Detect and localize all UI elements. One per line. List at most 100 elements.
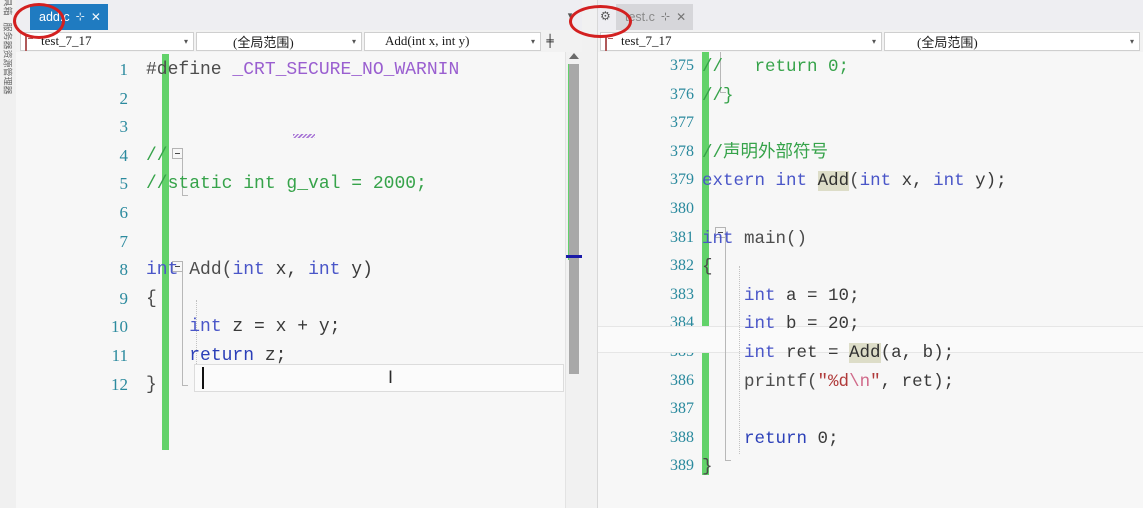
line-number: 6 xyxy=(119,203,129,222)
left-code-editor[interactable]: 1 2 3 4 5 6 7 8 9 10 11 12 I #define _CRT_SECURE_NO… xyxy=(16,52,598,508)
code-line[interactable] xyxy=(146,113,598,141)
pin-icon[interactable]: ⊹ xyxy=(661,11,670,23)
code-line[interactable] xyxy=(702,396,1143,424)
code-line[interactable]: #define _CRT_SECURE_NO_WARNIN xyxy=(146,56,598,84)
code-token: y) xyxy=(340,260,373,281)
right-code-editor[interactable]: 3753763773783793803813823833843853863873… xyxy=(598,52,1143,508)
chevron-down-icon[interactable]: ▾ xyxy=(347,37,361,46)
close-icon[interactable]: ✕ xyxy=(91,11,101,23)
scope-dropdown[interactable]: (全局范围) ▾ xyxy=(884,31,1140,51)
code-line[interactable]: extern int Add(int x, int y); xyxy=(702,167,1143,195)
right-code-text[interactable]: // return 0;//} //声明外部符号 extern int Add(i… xyxy=(702,52,1143,508)
code-line[interactable]: { xyxy=(146,285,598,313)
code-line[interactable]: // xyxy=(146,142,598,170)
project-dropdown-value: test_7_17 xyxy=(41,33,92,48)
chevron-down-icon[interactable]: ▾ xyxy=(568,10,573,21)
code-token: x, xyxy=(264,260,309,281)
code-token: Add xyxy=(849,343,881,363)
code-line[interactable]: } xyxy=(146,371,598,399)
line-number: 380 xyxy=(670,200,694,217)
left-line-number-gutter: 1 2 3 4 5 6 7 8 9 10 11 12 xyxy=(16,52,142,508)
member-dropdown[interactable]: Add(int x, int y) ▾ xyxy=(364,31,541,51)
code-line[interactable]: return 0; xyxy=(702,425,1143,453)
project-dropdown[interactable]: test_7_17 ▾ xyxy=(20,31,194,51)
code-token: a = xyxy=(775,285,829,306)
code-line[interactable] xyxy=(146,85,598,113)
code-line[interactable] xyxy=(702,196,1143,224)
scroll-up-arrow-icon[interactable] xyxy=(569,53,579,59)
code-token: // xyxy=(146,145,168,166)
scope-dropdown[interactable]: (全局范围) ▾ xyxy=(196,31,362,51)
code-line[interactable]: printf("%d\n", ret); xyxy=(702,368,1143,396)
code-token: //} xyxy=(702,85,734,106)
project-icon xyxy=(25,35,37,51)
code-token: z = x + y; xyxy=(221,317,341,338)
code-line[interactable]: { xyxy=(702,253,1143,281)
project-dropdown[interactable]: test_7_17 ▾ xyxy=(600,31,882,51)
chevron-down-icon[interactable]: ▾ xyxy=(526,37,540,46)
code-line[interactable]: int main() xyxy=(702,225,1143,253)
code-token: b = xyxy=(775,314,829,335)
line-number: 11 xyxy=(111,346,128,365)
code-token: int xyxy=(308,260,341,281)
code-token: ; xyxy=(849,285,860,306)
code-token: () xyxy=(786,228,808,249)
code-line[interactable]: int Add(int x, int y) xyxy=(146,256,598,284)
code-token: Add xyxy=(817,171,850,192)
code-line[interactable]: // return 0; xyxy=(702,53,1143,81)
code-line[interactable]: return z; xyxy=(146,342,598,370)
split-view-icon[interactable]: ╪ xyxy=(542,35,558,47)
code-line[interactable]: int b = 20; xyxy=(702,310,1143,338)
tab-add-c[interactable]: add.c ⊹ ✕ xyxy=(30,4,108,30)
code-token: } xyxy=(146,374,157,395)
left-pane-edge xyxy=(582,0,598,508)
code-line[interactable]: } xyxy=(702,453,1143,481)
code-line[interactable]: int ret = Add(a, b); xyxy=(702,339,1143,367)
code-token: //声明外部符号 xyxy=(702,142,829,163)
left-vertical-scrollbar[interactable] xyxy=(565,52,582,508)
chevron-down-icon[interactable]: ▾ xyxy=(179,37,193,46)
code-token: ( xyxy=(849,171,860,192)
code-line[interactable]: int a = 10; xyxy=(702,282,1143,310)
gear-icon[interactable]: ⚙ xyxy=(600,9,611,23)
chevron-down-icon[interactable]: ▾ xyxy=(867,37,881,46)
pin-icon[interactable]: ⊹ xyxy=(76,11,85,23)
project-icon xyxy=(605,35,617,51)
code-token: "%d xyxy=(817,371,850,392)
member-dropdown-value: Add(int x, int y) xyxy=(385,33,470,48)
code-line[interactable] xyxy=(146,199,598,227)
code-token: 20 xyxy=(828,314,850,335)
code-token: x, xyxy=(891,171,934,192)
close-icon[interactable]: ✕ xyxy=(676,11,686,23)
left-navigation-bar: test_7_17 ▾ (全局范围) ▾ Add(int x, int y) ▾… xyxy=(16,30,598,53)
code-line[interactable]: //static int g_val = 2000; xyxy=(146,170,598,198)
code-line[interactable]: //} xyxy=(702,82,1143,110)
code-line[interactable]: //声明外部符号 xyxy=(702,139,1143,167)
code-token: ( xyxy=(221,260,233,281)
line-number: 4 xyxy=(119,145,129,165)
chevron-down-icon[interactable]: ▾ xyxy=(1125,37,1139,46)
tab-test-c[interactable]: test.c ⊹ ✕ xyxy=(616,4,694,30)
line-number: 375 xyxy=(670,57,694,74)
line-number: 376 xyxy=(670,85,694,103)
project-dropdown-value: test_7_17 xyxy=(621,33,672,48)
line-number: 9 xyxy=(119,288,129,308)
line-number: 379 xyxy=(670,171,694,189)
left-code-text[interactable]: #define _CRT_SECURE_NO_WARNIN // //static… xyxy=(146,52,598,508)
scrollbar-thumb[interactable] xyxy=(569,64,579,374)
code-token: { xyxy=(702,257,713,278)
code-line[interactable] xyxy=(702,110,1143,138)
code-token: y); xyxy=(964,171,1007,192)
line-number: 3 xyxy=(119,117,129,137)
code-line[interactable]: int z = x + y; xyxy=(146,313,598,341)
code-token: int xyxy=(933,171,965,192)
code-token: int xyxy=(189,317,222,338)
toolstrip-item-server-explorer[interactable]: 服务器资源管理器 xyxy=(2,23,15,131)
code-line[interactable] xyxy=(146,228,598,256)
